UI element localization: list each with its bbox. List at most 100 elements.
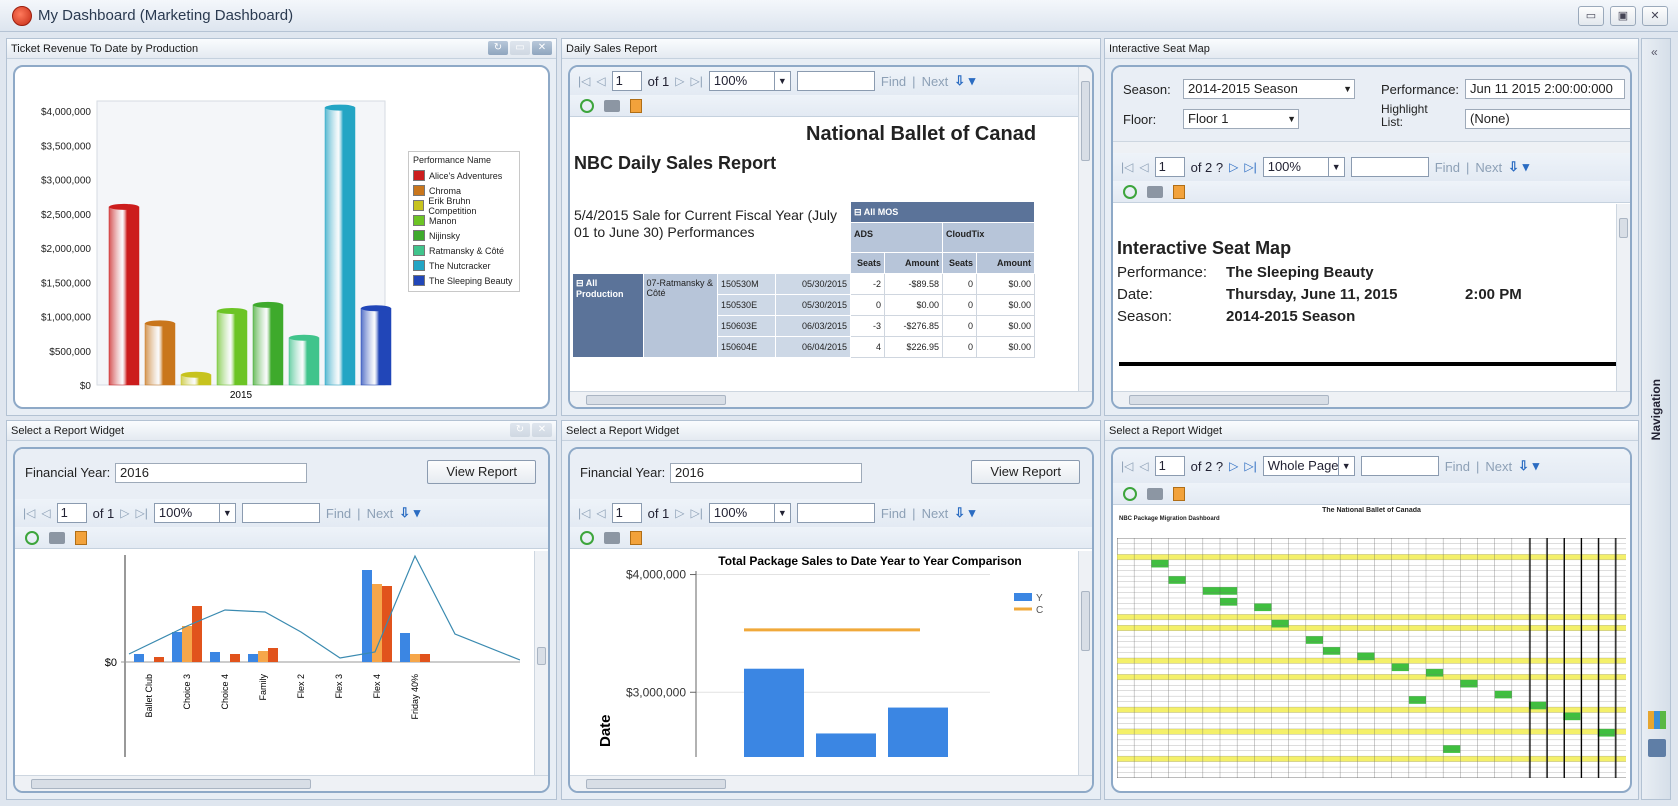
- report-icon[interactable]: [1648, 711, 1666, 729]
- find-link[interactable]: Find: [326, 506, 351, 521]
- export-button[interactable]: ⇩ ▾: [1518, 458, 1539, 474]
- report-toolbar: |◁ ◁ 1 of 1 ▷ ▷| 100% ▼ Find | Next ⇩ ▾: [15, 499, 548, 527]
- next-page-button[interactable]: ▷: [675, 74, 684, 88]
- all-production-cell[interactable]: ⊟ All Production: [572, 273, 644, 358]
- first-page-button[interactable]: |◁: [578, 506, 590, 520]
- refresh-icon[interactable]: [1123, 184, 1137, 199]
- prev-page-button[interactable]: ◁: [41, 506, 50, 520]
- param-scrollbar[interactable]: [1113, 141, 1630, 153]
- horizontal-scrollbar[interactable]: [570, 391, 1092, 407]
- document-map-icon[interactable]: [630, 98, 642, 113]
- find-next-link[interactable]: Next: [922, 74, 949, 89]
- vertical-scrollbar[interactable]: [534, 551, 548, 775]
- financial-year-input[interactable]: 2016: [670, 463, 862, 483]
- prev-page-button[interactable]: ◁: [596, 74, 605, 88]
- prev-page-button[interactable]: ◁: [596, 506, 605, 520]
- document-map-icon[interactable]: [630, 530, 642, 545]
- first-page-button[interactable]: |◁: [23, 506, 35, 520]
- performance-input[interactable]: Jun 11 2015 2:00:00:000: [1465, 79, 1625, 99]
- close-widget-button[interactable]: ✕: [532, 423, 552, 437]
- settings-widget-button[interactable]: ▭: [510, 41, 530, 55]
- export-button[interactable]: ⇩ ▾: [1508, 159, 1529, 175]
- first-page-button[interactable]: |◁: [578, 74, 590, 88]
- print-icon[interactable]: [1147, 487, 1163, 500]
- view-report-button[interactable]: View Report: [427, 460, 536, 484]
- document-map-icon[interactable]: [75, 530, 87, 545]
- panel-title: Select a Report Widget: [11, 425, 125, 437]
- zoom-select[interactable]: 100% ▼: [708, 71, 791, 91]
- refresh-icon[interactable]: [580, 98, 594, 113]
- zoom-select[interactable]: 100% ▼: [708, 503, 791, 523]
- highlight-select[interactable]: (None): [1465, 109, 1630, 129]
- print-icon[interactable]: [49, 531, 65, 544]
- view-report-button[interactable]: View Report: [971, 460, 1080, 484]
- last-page-button[interactable]: ▷|: [691, 506, 703, 520]
- collapse-icon[interactable]: «: [1651, 45, 1658, 59]
- export-button[interactable]: ⇩ ▾: [399, 505, 420, 521]
- find-input[interactable]: [1350, 157, 1429, 177]
- page-number-input[interactable]: 1: [1154, 157, 1185, 177]
- first-page-button[interactable]: |◁: [1121, 160, 1133, 174]
- prev-page-button[interactable]: ◁: [1139, 160, 1148, 174]
- next-page-button[interactable]: ▷: [120, 506, 129, 520]
- print-icon[interactable]: [1147, 185, 1163, 198]
- print-icon[interactable]: [604, 99, 620, 112]
- y-tick-label: $0: [105, 657, 117, 669]
- vertical-scrollbar[interactable]: [1078, 551, 1092, 775]
- page-number-input[interactable]: 1: [56, 503, 87, 523]
- find-link[interactable]: Find: [1445, 459, 1470, 474]
- find-next-link[interactable]: Next: [367, 506, 394, 521]
- next-page-button[interactable]: ▷: [675, 506, 684, 520]
- next-page-button[interactable]: ▷: [1229, 160, 1238, 174]
- document-map-icon[interactable]: [1173, 184, 1185, 199]
- all-mos-header[interactable]: ⊟ All MOS: [850, 201, 1035, 223]
- find-next-link[interactable]: Next: [1475, 160, 1502, 175]
- document-map-icon[interactable]: [1173, 486, 1185, 501]
- find-link[interactable]: Find: [881, 506, 906, 521]
- prev-page-button[interactable]: ◁: [1139, 459, 1148, 473]
- financial-year-input[interactable]: 2016: [115, 463, 307, 483]
- minimize-button[interactable]: ▭: [1578, 6, 1604, 26]
- close-button[interactable]: ✕: [1642, 6, 1668, 26]
- last-page-button[interactable]: ▷|: [691, 74, 703, 88]
- find-next-link[interactable]: Next: [922, 506, 949, 521]
- season-select[interactable]: 2014-2015 Season ▼: [1183, 79, 1355, 99]
- last-page-button[interactable]: ▷|: [1244, 160, 1256, 174]
- zoom-select[interactable]: 100% ▼: [1262, 157, 1345, 177]
- refresh-icon[interactable]: [25, 530, 39, 545]
- zoom-select[interactable]: Whole Page ▼: [1262, 456, 1355, 476]
- refresh-widget-button[interactable]: ↻: [510, 423, 530, 437]
- page-number-input[interactable]: 1: [611, 503, 642, 523]
- find-input[interactable]: [1360, 456, 1439, 476]
- horizontal-scrollbar[interactable]: [1113, 391, 1630, 407]
- page-number-input[interactable]: 1: [1154, 456, 1185, 476]
- find-link[interactable]: Find: [1435, 160, 1460, 175]
- print-icon[interactable]: [604, 531, 620, 544]
- maximize-button[interactable]: ▣: [1610, 6, 1636, 26]
- find-next-link[interactable]: Next: [1485, 459, 1512, 474]
- tools-icon[interactable]: [1648, 739, 1666, 757]
- refresh-widget-button[interactable]: ↻: [488, 41, 508, 55]
- refresh-icon[interactable]: [1123, 486, 1137, 501]
- navigation-sidebar[interactable]: « Navigation: [1641, 38, 1671, 800]
- first-page-button[interactable]: |◁: [1121, 459, 1133, 473]
- zoom-select[interactable]: 100% ▼: [153, 503, 236, 523]
- close-widget-button[interactable]: ✕: [532, 41, 552, 55]
- export-button[interactable]: ⇩ ▾: [954, 73, 975, 89]
- last-page-button[interactable]: ▷|: [1244, 459, 1256, 473]
- floor-select[interactable]: Floor 1 ▼: [1183, 109, 1299, 129]
- find-input[interactable]: [796, 71, 875, 91]
- last-page-button[interactable]: ▷|: [136, 506, 148, 520]
- find-link[interactable]: Find: [881, 74, 906, 89]
- find-input[interactable]: [241, 503, 320, 523]
- refresh-icon[interactable]: [580, 530, 594, 545]
- find-input[interactable]: [796, 503, 875, 523]
- vertical-scrollbar[interactable]: [1616, 204, 1630, 391]
- horizontal-scrollbar[interactable]: [570, 775, 1092, 791]
- export-button[interactable]: ⇩ ▾: [954, 505, 975, 521]
- next-page-button[interactable]: ▷: [1229, 459, 1238, 473]
- vertical-scrollbar[interactable]: [1078, 67, 1092, 391]
- horizontal-scrollbar[interactable]: [15, 775, 548, 791]
- navigation-label[interactable]: Navigation: [1649, 379, 1663, 440]
- page-number-input[interactable]: 1: [611, 71, 642, 91]
